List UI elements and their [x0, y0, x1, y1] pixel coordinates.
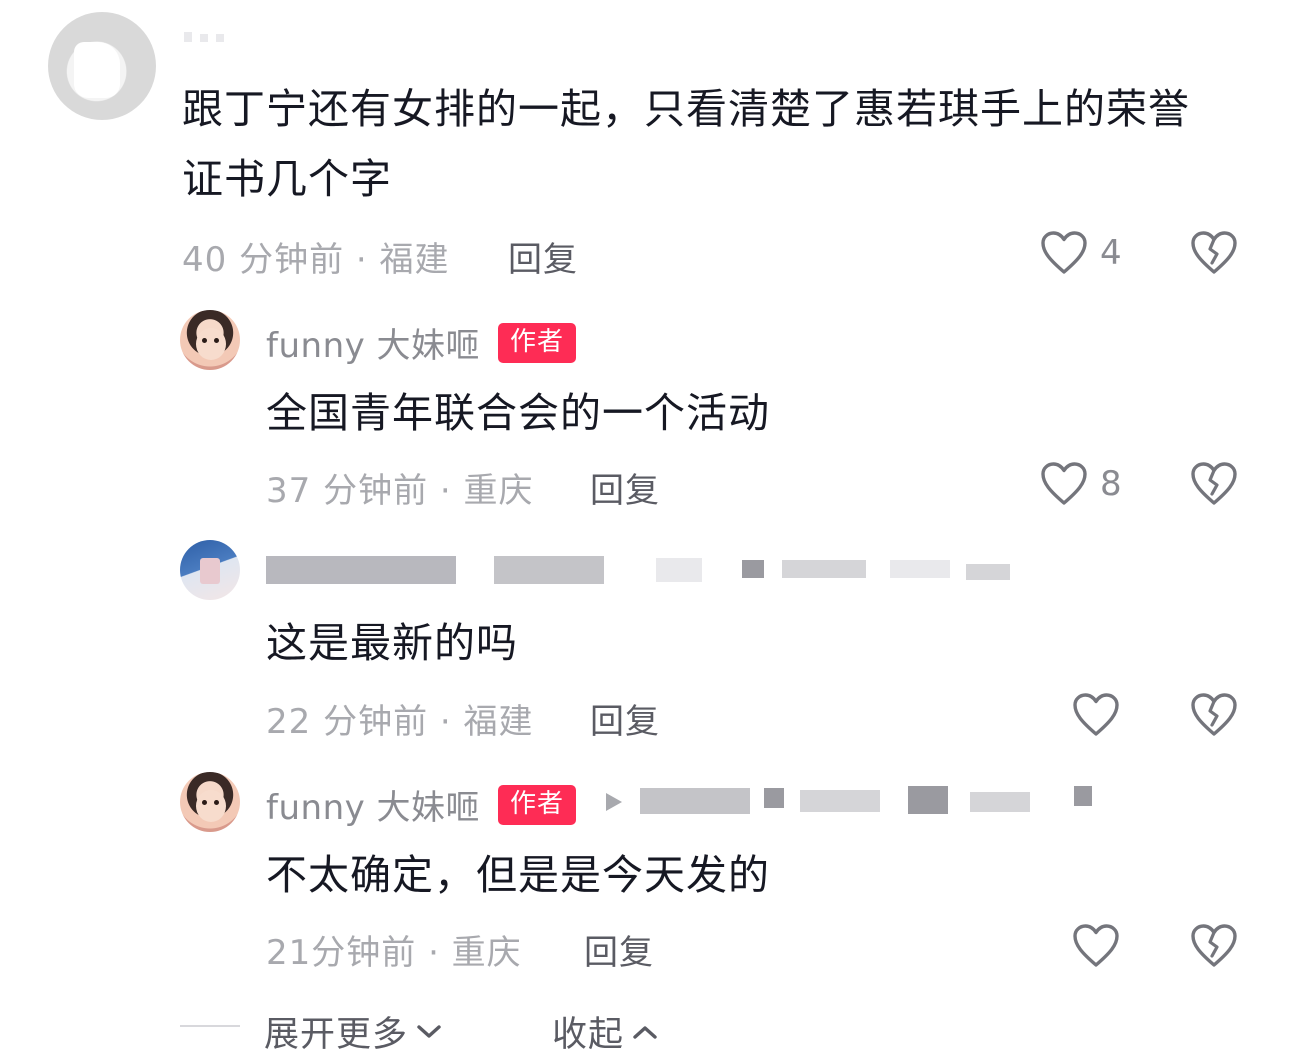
broken-heart-icon [1191, 693, 1237, 736]
reply-username-blurred[interactable] [266, 552, 1026, 588]
collapse-button[interactable]: 收起 [552, 1006, 658, 1057]
avatar-face [196, 790, 226, 822]
dislike-button[interactable] [1190, 461, 1238, 507]
heart-outline-icon [1073, 693, 1119, 736]
heart-outline-icon [1041, 231, 1087, 274]
comment-text: 跟丁宁还有女排的一起，只看清楚了惠若琪手上的荣誉 证书几个字 [182, 74, 1262, 214]
avatar-eye [214, 338, 219, 343]
heart-outline-icon [1073, 924, 1119, 967]
comment-text-line-2: 证书几个字 [182, 155, 392, 203]
chevron-up-icon [633, 1025, 657, 1039]
reply-text: 全国青年联合会的一个活动 [266, 389, 770, 437]
reply-text: 不太确定，但是是今天发的 [266, 851, 770, 899]
comment-text-line-1: 跟丁宁还有女排的一起，只看清楚了惠若琪手上的荣誉 [182, 85, 1190, 133]
reply-username[interactable]: funny 大妹咂 [266, 780, 480, 829]
reply-meta: 22 分钟前 · 福建 [266, 702, 534, 742]
author-badge: 作者 [498, 322, 577, 363]
like-count: 4 [1100, 233, 1122, 273]
comment-meta: 40 分钟前 · 福建 [182, 240, 450, 280]
reply-meta: 21分钟前 · 重庆 [266, 933, 522, 973]
expand-more-button[interactable]: 展开更多 [264, 1006, 442, 1057]
author-badge: 作者 [498, 784, 577, 825]
like-button[interactable] [1072, 692, 1120, 738]
commenter-username-blurred[interactable] [184, 32, 236, 44]
reply-meta: 37 分钟前 · 重庆 [266, 471, 534, 511]
expand-more-label: 展开更多 [264, 1015, 409, 1055]
broken-heart-icon [1191, 231, 1237, 274]
broken-heart-icon [1191, 462, 1237, 505]
collapse-label: 收起 [552, 1015, 625, 1055]
avatar-eye [202, 338, 207, 343]
reply-button[interactable]: 回复 [584, 925, 654, 974]
dislike-button[interactable] [1190, 692, 1238, 738]
dislike-button[interactable] [1190, 230, 1238, 276]
chevron-down-icon [417, 1024, 441, 1038]
commenter-avatar[interactable] [48, 12, 156, 120]
reply-header: funny 大妹咂 作者 [266, 780, 577, 829]
reply-header: funny 大妹咂 作者 [266, 318, 577, 367]
heart-outline-icon [1041, 462, 1087, 505]
like-button[interactable]: 4 [1040, 230, 1122, 276]
reply-username[interactable]: funny 大妹咂 [266, 318, 480, 367]
reply-avatar[interactable] [180, 772, 240, 832]
like-button[interactable] [1072, 923, 1120, 969]
replied-to-username-blurred[interactable] [640, 782, 1100, 818]
avatar-placeholder [74, 42, 120, 98]
avatar-eye [202, 800, 207, 805]
avatar-face [196, 328, 226, 360]
reply-text: 这是最新的吗 [266, 619, 518, 667]
like-button[interactable]: 8 [1040, 461, 1122, 507]
reply-button[interactable]: 回复 [508, 232, 578, 281]
reply-avatar[interactable] [180, 310, 240, 370]
reply-avatar[interactable] [180, 540, 240, 600]
reply-button[interactable]: 回复 [590, 694, 660, 743]
dislike-button[interactable] [1190, 923, 1238, 969]
avatar-eye [214, 800, 219, 805]
reply-button[interactable]: 回复 [590, 463, 660, 512]
avatar-blur [200, 558, 220, 584]
like-count: 8 [1100, 464, 1122, 504]
broken-heart-icon [1191, 924, 1237, 967]
triangle-right-icon [606, 793, 622, 811]
divider-line [180, 1025, 240, 1027]
